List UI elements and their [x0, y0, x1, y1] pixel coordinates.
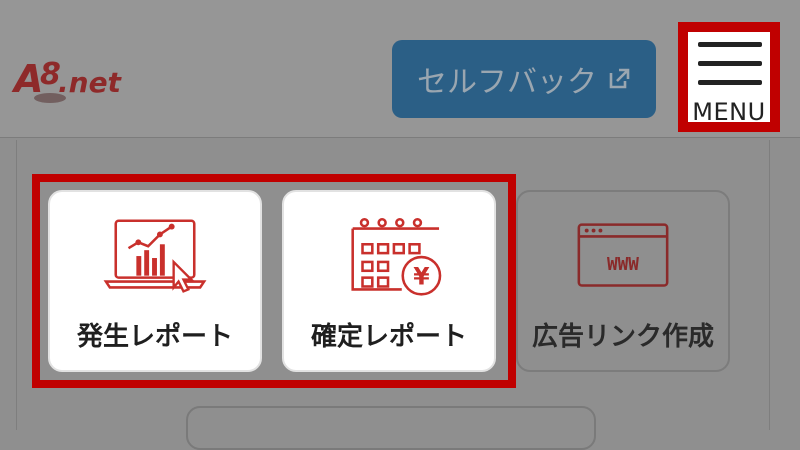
top-header: A 8 .net セルフバック MENU — [0, 0, 800, 138]
reports-highlight-frame — [32, 174, 516, 388]
selfback-label: セルフバック — [417, 65, 597, 100]
svg-text:A: A — [11, 57, 43, 101]
svg-text:.net: .net — [58, 66, 123, 99]
hamburger-icon-bottom — [698, 80, 762, 85]
menu-label: MENU — [692, 98, 766, 126]
card-label: 広告リンク作成 — [531, 322, 714, 352]
external-link-icon — [609, 68, 630, 89]
hamburger-icon — [698, 42, 762, 47]
browser-www-icon: WWW — [577, 223, 669, 287]
menu-highlight-frame: MENU — [678, 22, 780, 132]
card-ad-link-create[interactable]: WWW 広告リンク作成 — [516, 190, 730, 372]
svg-text:WWW: WWW — [607, 255, 639, 275]
a8-logo-graphic: A 8 .net — [11, 57, 123, 103]
a8-logo[interactable]: A 8 .net — [10, 48, 160, 110]
hamburger-icon-middle — [698, 61, 762, 66]
selfback-button[interactable]: セルフバック — [392, 40, 656, 118]
menu-button[interactable]: MENU — [688, 32, 770, 126]
next-row-button[interactable] — [186, 406, 596, 450]
